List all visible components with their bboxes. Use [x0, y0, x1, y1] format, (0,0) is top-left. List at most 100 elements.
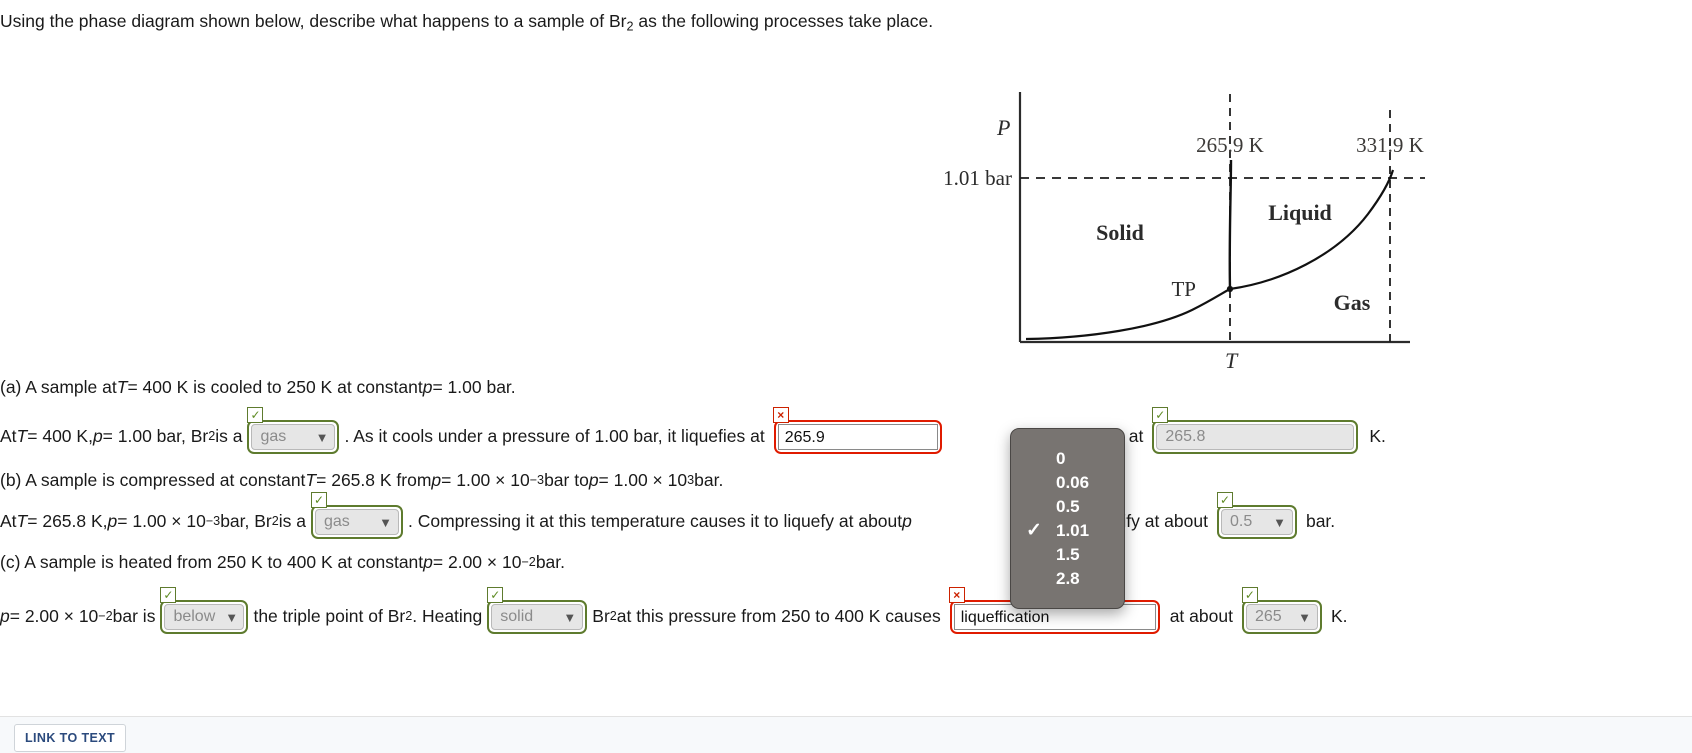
correct-check-icon: ✓ [247, 407, 264, 423]
part-b-ans-sub: 2 [271, 514, 279, 529]
correct-check-icon: ✓ [487, 587, 504, 603]
part-b-ans-mid5: . Compressing it at this temperature cau… [408, 511, 903, 532]
part-c-prompt: (c) A sample is heated from 250 K to 400… [0, 552, 565, 574]
part-b-prompt-exp1: −3 [529, 473, 545, 488]
part-c-select-1[interactable]: below ▼ [164, 604, 245, 630]
part-a-select-1-widget[interactable]: ✓ gas ▼ [247, 407, 340, 454]
part-c-ans-p: p [0, 606, 10, 627]
part-b-prompt-p1: p [431, 470, 442, 490]
part-c-select-3[interactable]: 265 ▼ [1245, 604, 1318, 630]
part-b-ans-T: T [16, 511, 28, 532]
part-b-select-1[interactable]: gas ▼ [315, 509, 399, 535]
svg-text:TP: TP [1171, 277, 1196, 301]
part-a-ans-mid3: is a [215, 426, 243, 447]
part-a-input-1-frame[interactable]: × 265.9 [772, 407, 942, 454]
part-c-select-3-widget[interactable]: ✓ 265 ▼ [1241, 587, 1322, 634]
part-c-select-1-widget[interactable]: ✓ below ▼ [160, 587, 249, 634]
part-c-ans-mid7: at about [1169, 606, 1233, 627]
part-c-ans-mid6: at this pressure from 250 to 400 K cause… [616, 606, 941, 627]
part-a-ans-mid4: . As it cools under a pressure of 1.00 b… [344, 426, 765, 447]
part-a-prompt-pre: (a) A sample at [0, 377, 117, 397]
dropdown-option[interactable]: 0 [1011, 447, 1124, 471]
part-c-prompt-p: p [423, 552, 433, 572]
correct-check-icon: ✓ [1241, 587, 1258, 603]
part-b-select-2-widget[interactable]: ✓ 0.5 ▼ [1216, 492, 1297, 539]
part-a-prompt-mid: = 400 K is cooled to 250 K at constant [127, 377, 423, 397]
part-b-prompt-mid4: = 1.00 × 10 [598, 470, 688, 490]
part-c-ans-mid1: = 2.00 × 10 [9, 606, 99, 627]
chevron-down-icon: ▼ [315, 429, 329, 445]
part-c-select-3-value: 265 [1254, 608, 1282, 625]
part-b-ans-p2: p [902, 511, 912, 532]
part-b-prompt-p2: p [588, 470, 599, 490]
part-b-ans-pre: At [0, 511, 17, 532]
dropdown-option-selected[interactable]: ✓ 1.01 [1011, 519, 1124, 543]
part-c-select-3-frame[interactable]: ✓ 265 ▼ [1241, 587, 1322, 634]
question-stem: Using the phase diagram shown below, des… [0, 10, 933, 35]
part-b-ans-p: p [107, 511, 118, 532]
part-b-ans-exp: −3 [205, 514, 221, 529]
svg-text:T: T [1225, 348, 1239, 373]
dropdown-option[interactable]: 0.5 [1011, 495, 1124, 519]
part-b-select-2-frame[interactable]: ✓ 0.5 ▼ [1216, 492, 1297, 539]
dropdown-option[interactable]: 1.5 [1011, 543, 1124, 567]
open-dropdown-menu[interactable]: 0 0.06 0.5 ✓ 1.01 1.5 2.8 [1010, 428, 1125, 609]
part-b-select-2-value: 0.5 [1229, 513, 1253, 530]
part-a-ans-pre: At [0, 426, 17, 447]
svg-text:Liquid: Liquid [1268, 200, 1332, 225]
part-b-prompt-mid3: bar to [544, 470, 589, 490]
dropdown-option-label: 0 [1056, 449, 1066, 468]
part-a-answer-row: At T = 400 K, p = 1.00 bar, Br 2 is a ✓ g… [0, 407, 1386, 454]
part-b-ans-mid2: = 1.00 × 10 [117, 511, 206, 532]
part-c-prompt-post: bar. [535, 552, 566, 572]
part-b-prompt-pre: (b) A sample is compressed at constant [0, 470, 306, 490]
part-a-select-2-frame[interactable]: ✓ 265.8 [1152, 407, 1359, 454]
part-c-select-2-widget[interactable]: ✓ solid ▼ [487, 587, 588, 634]
part-a-ans-sub: 2 [208, 429, 216, 444]
part-a-prompt-post: = 1.00 bar. [432, 377, 516, 397]
part-a-input-1-widget[interactable]: × 265.9 [772, 407, 942, 454]
part-c-prompt-pre: (c) A sample is heated from 250 K to 400… [0, 552, 424, 572]
part-a-select-2-widget[interactable]: ✓ 265.8 [1152, 407, 1359, 454]
svg-text:Solid: Solid [1096, 220, 1144, 245]
stem-subscript: 2 [626, 19, 634, 34]
part-b-select-1-widget[interactable]: ✓ gas ▼ [311, 492, 403, 539]
part-a-select-1-value: gas [260, 428, 287, 445]
part-b-ans-mid1: = 265.8 K, [27, 511, 108, 532]
part-b-select-1-frame[interactable]: ✓ gas ▼ [311, 492, 403, 539]
incorrect-cross-icon: × [772, 407, 789, 423]
part-a-select-2[interactable]: 265.8 [1156, 424, 1355, 450]
part-c-select-1-frame[interactable]: ✓ below ▼ [160, 587, 249, 634]
part-b-select-1-value: gas [324, 513, 350, 530]
part-b-select-2[interactable]: 0.5 ▼ [1220, 509, 1293, 535]
stem-text-after: as the following processes take place. [633, 11, 934, 31]
part-b-prompt-mid2: = 1.00 × 10 [441, 470, 530, 490]
part-b-ans-end: bar. [1305, 511, 1336, 532]
incorrect-cross-icon: × [948, 587, 965, 603]
chevron-down-icon: ▼ [1273, 514, 1286, 530]
svg-text:331.9 K: 331.9 K [1356, 133, 1424, 157]
link-to-text-button[interactable]: LINK TO TEXT [14, 724, 126, 752]
part-b-prompt-T: T [305, 470, 317, 490]
chevron-down-icon: ▼ [379, 514, 392, 530]
dropdown-option-label: 1.5 [1056, 545, 1080, 564]
dropdown-option-label: 2.8 [1056, 569, 1080, 588]
dropdown-option[interactable]: 2.8 [1011, 567, 1124, 591]
part-c-select-2-frame[interactable]: ✓ solid ▼ [487, 587, 588, 634]
dropdown-option[interactable]: 0.06 [1011, 471, 1124, 495]
part-c-answer-row: p = 2.00 × 10 −2 bar is ✓ below ▼ the tri… [0, 587, 1348, 634]
part-a-prompt: (a) A sample at T = 400 K is cooled to 2… [0, 377, 516, 399]
dropdown-check-icon: ✓ [1026, 520, 1042, 541]
part-c-select-2[interactable]: solid ▼ [491, 604, 584, 630]
part-c-ans-sub2: 2 [609, 609, 617, 624]
part-c-select-2-value: solid [500, 608, 534, 625]
part-a-ans-T: T [16, 426, 28, 447]
part-a-select-1-frame[interactable]: ✓ gas ▼ [247, 407, 340, 454]
part-c-ans-end: K. [1330, 606, 1348, 627]
part-a-select-1[interactable]: gas ▼ [251, 424, 336, 450]
part-a-input-1[interactable]: 265.9 [777, 424, 938, 450]
part-a-prompt-p: p [422, 377, 433, 397]
svg-text:Gas: Gas [1334, 290, 1371, 315]
dropdown-option-label: 0.5 [1056, 497, 1080, 516]
part-b-prompt: (b) A sample is compressed at constant T… [0, 470, 723, 492]
